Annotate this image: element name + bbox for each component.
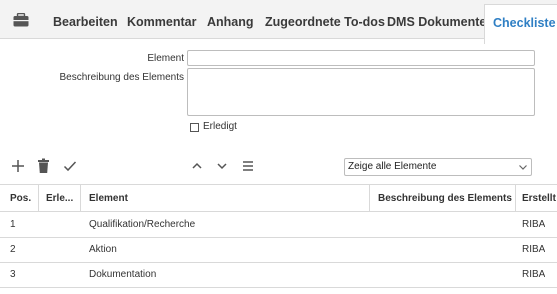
column-divider[interactable]	[369, 185, 370, 212]
cell-created: RIBA	[522, 244, 546, 255]
column-header-element[interactable]: Element	[89, 185, 359, 212]
table-row[interactable]: 3 Dokumentation RIBA	[0, 263, 557, 288]
column-header-description[interactable]: Beschreibung des Elements	[378, 185, 514, 212]
cell-created: RIBA	[522, 219, 546, 230]
tab-zugeordnete-todos[interactable]: Zugeordnete To-dos	[265, 0, 385, 39]
chevron-down-icon[interactable]	[213, 157, 231, 175]
menu-icon[interactable]	[239, 157, 257, 175]
filter-select[interactable]: Zeige alle Elemente	[344, 158, 532, 176]
table-row[interactable]: 1 Qualifikation/Recherche RIBA	[0, 213, 557, 238]
column-header-created[interactable]: Erstellt	[522, 185, 557, 212]
tab-bearbeiten[interactable]: Bearbeiten	[53, 0, 118, 39]
check-icon[interactable]	[61, 157, 79, 175]
description-label: Beschreibung des Elements	[59, 72, 184, 83]
trash-icon[interactable]	[35, 157, 53, 175]
chevron-up-icon[interactable]	[188, 157, 206, 175]
description-field[interactable]	[187, 68, 535, 116]
add-icon[interactable]	[9, 157, 27, 175]
column-divider[interactable]	[38, 185, 39, 212]
tab-checkliste[interactable]: Checkliste	[484, 4, 557, 44]
table-row[interactable]: 2 Aktion RIBA	[0, 238, 557, 263]
column-divider[interactable]	[80, 185, 81, 212]
column-header-done[interactable]: Erle...	[46, 185, 74, 212]
done-checkbox[interactable]	[190, 123, 199, 132]
briefcase-icon[interactable]	[13, 12, 29, 27]
done-checkbox-label: Erledigt	[203, 121, 237, 132]
cell-element: Dokumentation	[89, 269, 157, 280]
tab-bar: Bearbeiten Kommentar Anhang Zugeordnete …	[0, 0, 557, 44]
tab-dms-dokumente[interactable]: DMS Dokumente	[387, 0, 486, 39]
cell-pos: 3	[10, 269, 16, 280]
tab-kommentar[interactable]: Kommentar	[127, 0, 196, 39]
element-field[interactable]	[187, 50, 535, 66]
element-label: Element	[147, 53, 184, 64]
cell-pos: 2	[10, 244, 16, 255]
column-header-pos[interactable]: Pos.	[10, 185, 36, 212]
dropdown-arrow-icon	[518, 162, 528, 172]
column-divider[interactable]	[515, 185, 516, 212]
cell-element: Aktion	[89, 244, 117, 255]
cell-element: Qualifikation/Recherche	[89, 219, 196, 230]
tab-anhang[interactable]: Anhang	[207, 0, 254, 39]
cell-created: RIBA	[522, 269, 546, 280]
cell-pos: 1	[10, 219, 16, 230]
table-header: Pos. Erle... Element Beschreibung des El…	[0, 184, 557, 212]
filter-select-value: Zeige alle Elemente	[348, 161, 437, 172]
